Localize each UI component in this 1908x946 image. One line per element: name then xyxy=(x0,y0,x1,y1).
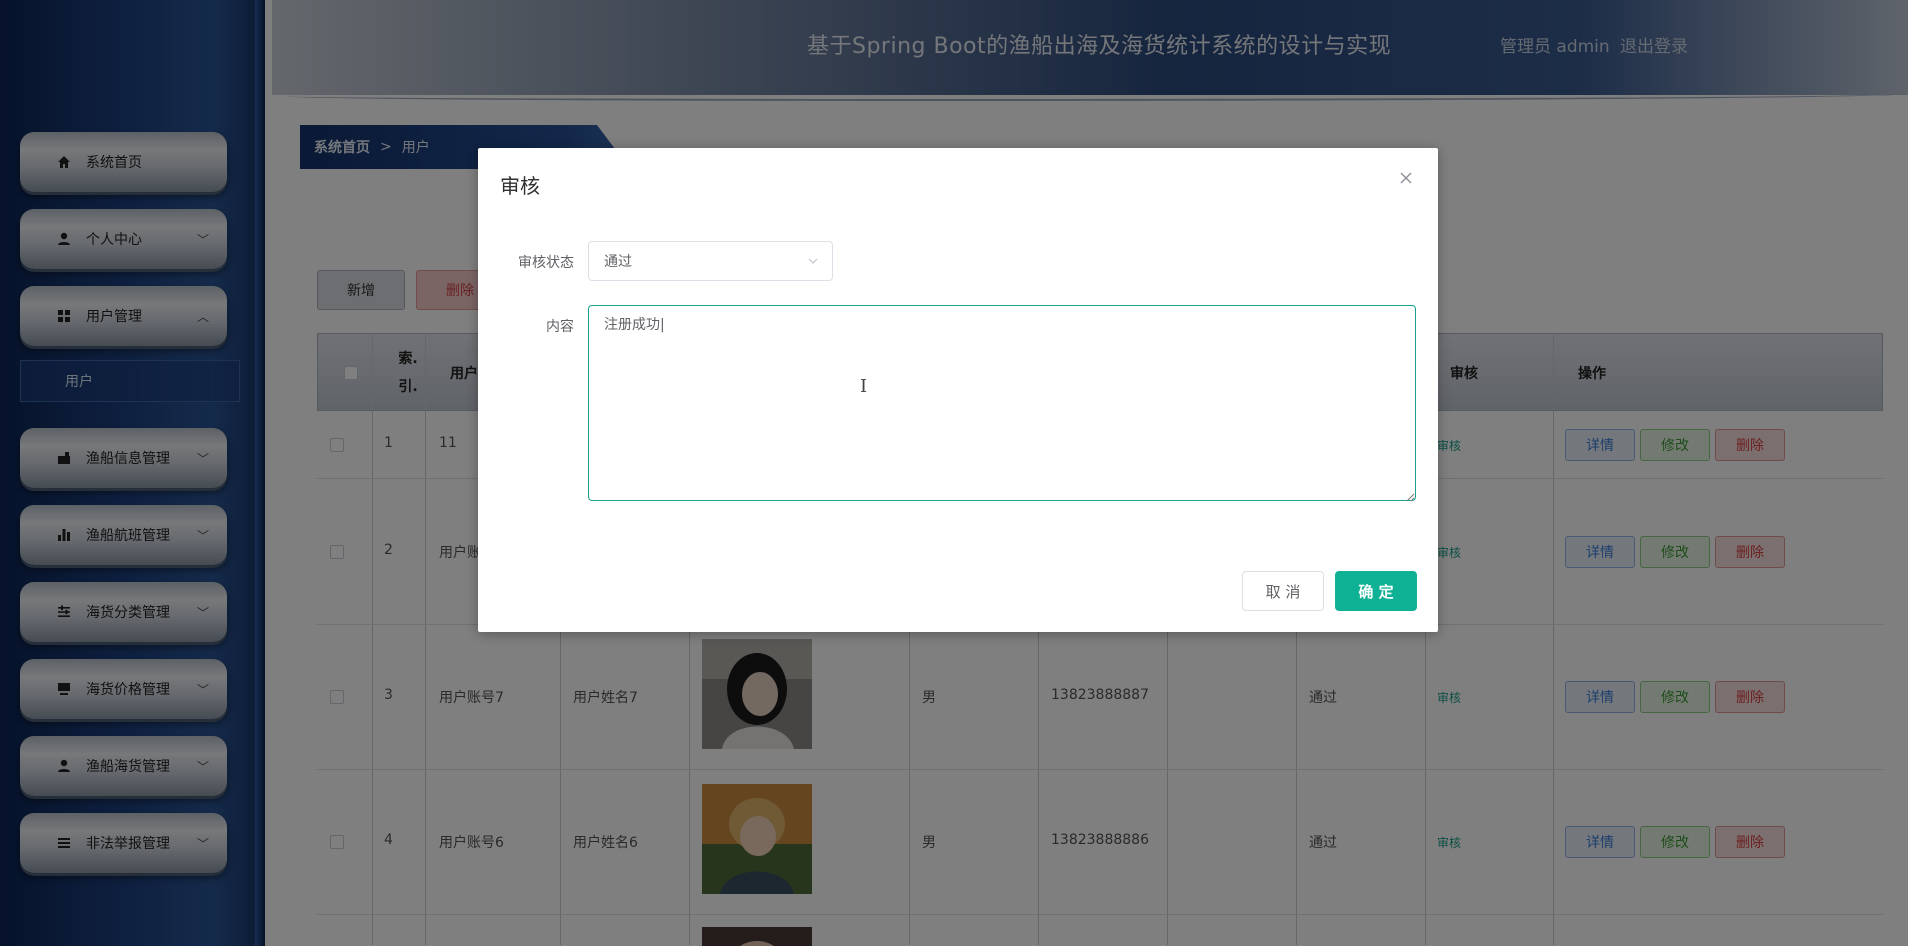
cancel-button[interactable]: 取 消 xyxy=(1242,571,1324,611)
status-select[interactable]: 通过 xyxy=(588,241,833,281)
dialog-title: 审核 xyxy=(500,174,540,198)
content-label: 内容 xyxy=(546,319,574,335)
resize-grip-icon[interactable] xyxy=(1405,490,1415,506)
confirm-button[interactable]: 确 定 xyxy=(1335,571,1417,611)
content-textarea[interactable]: 注册成功| xyxy=(588,305,1416,501)
chevron-down-icon xyxy=(806,254,820,272)
audit-dialog: 审核 审核状态 通过 内容 注册成功| 取 消 确 定 xyxy=(478,148,1438,632)
status-select-value: 通过 xyxy=(604,254,632,270)
close-icon[interactable] xyxy=(1396,168,1416,188)
text-cursor-icon: I xyxy=(860,376,868,397)
status-label: 审核状态 xyxy=(518,255,574,271)
